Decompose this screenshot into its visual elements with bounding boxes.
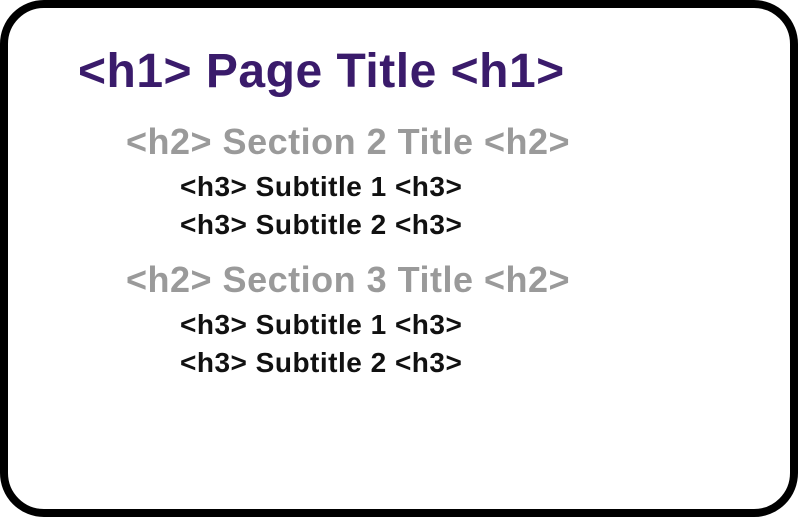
h2-example: <h2> Section 2 Title <h2> [126,121,730,163]
h1-example: <h1> Page Title <h1> [78,44,730,99]
section-block-2: <h2> Section 3 Title <h2> <h3> Subtitle … [68,259,730,379]
h3-example: <h3> Subtitle 1 <h3> [180,309,730,341]
h3-example: <h3> Subtitle 2 <h3> [180,347,730,379]
h3-example: <h3> Subtitle 1 <h3> [180,171,730,203]
h3-example: <h3> Subtitle 2 <h3> [180,209,730,241]
heading-hierarchy-card: <h1> Page Title <h1> <h2> Section 2 Titl… [0,0,798,517]
section-block-1: <h2> Section 2 Title <h2> <h3> Subtitle … [68,121,730,241]
h2-example: <h2> Section 3 Title <h2> [126,259,730,301]
